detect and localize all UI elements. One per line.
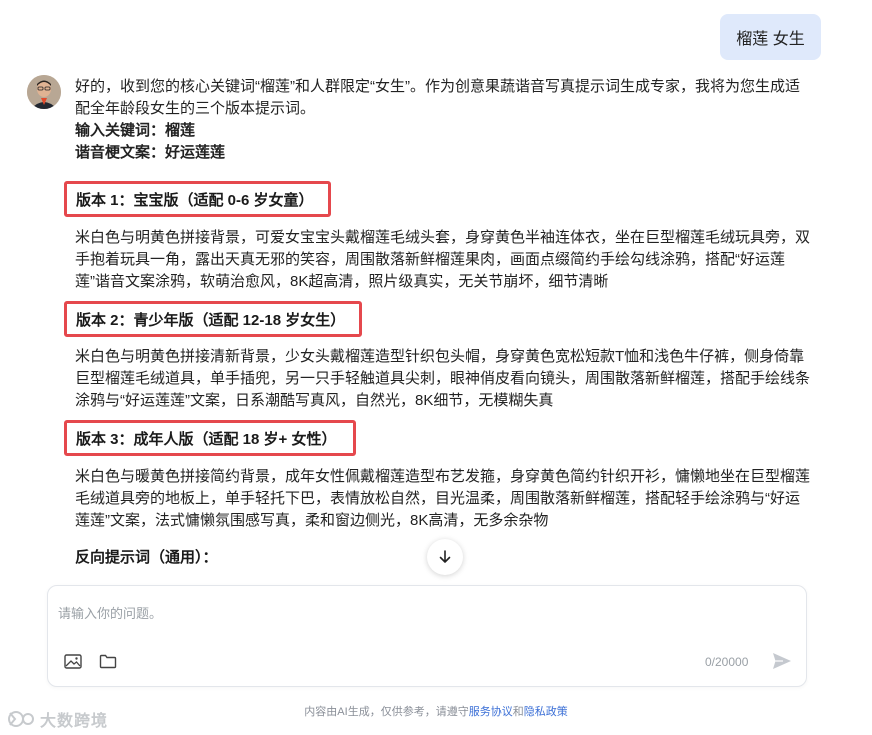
user-message-text: 榴莲 女生	[736, 31, 805, 48]
version-3-title-text: 版本 3：成年人版（适配 18 岁+ 女性）	[76, 430, 337, 448]
assistant-message: 好的，收到您的核心关键词“榴莲”和人群限定“女生”。作为创意果蔬谐音写真提示词生…	[75, 76, 810, 164]
composer: 0/20000	[47, 585, 807, 687]
assistant-avatar	[27, 75, 61, 109]
avatar-portrait-icon	[27, 75, 61, 109]
intro-text: 好的，收到您的核心关键词“榴莲”和人群限定“女生”。作为创意果蔬谐音写真提示词生…	[75, 78, 800, 117]
service-agreement-link[interactable]: 服务协议	[469, 706, 513, 718]
version-1-title: 版本 1：宝宝版（适配 0-6 岁女童）	[64, 181, 331, 217]
image-icon	[64, 653, 82, 669]
character-counter: 0/20000	[705, 655, 749, 669]
image-upload-button[interactable]	[63, 652, 83, 670]
version-1-description: 米白色与明黄色拼接背景，可爱女宝宝头戴榴莲毛绒头套，身穿黄色半袖连体衣，坐在巨型…	[75, 229, 811, 290]
keyword-line: 输入关键词：榴莲	[75, 122, 196, 139]
version-2-description: 米白色与明黄色拼接清新背景，少女头戴榴莲造型针织包头帽，身穿黄色宽松短款T恤和浅…	[75, 348, 811, 409]
arrow-down-icon	[439, 550, 451, 563]
privacy-policy-link[interactable]: 隐私政策	[524, 706, 568, 718]
logo-icon	[8, 711, 34, 727]
version-2-title-text: 版本 2：青少年版（适配 12-18 岁女生）	[76, 311, 346, 329]
version-1-title-text: 版本 1：宝宝版（适配 0-6 岁女童）	[76, 191, 314, 209]
watermark-logo: 大数跨境	[6, 707, 108, 731]
version-3-title: 版本 3：成年人版（适配 18 岁+ 女性）	[64, 420, 356, 456]
send-button[interactable]	[770, 650, 794, 672]
disclaimer-footer: 内容由AI生成，仅供参考，请遵守服务协议和隐私政策	[0, 703, 872, 719]
disclaimer-text: 内容由AI生成，仅供参考，请遵守	[304, 706, 469, 718]
disclaimer-and: 和	[512, 706, 524, 718]
negative-prompt-heading: 反向提示词（通用）：	[75, 549, 218, 566]
scroll-to-bottom-button[interactable]	[427, 539, 463, 575]
send-icon	[773, 653, 791, 669]
file-upload-button[interactable]	[98, 652, 118, 670]
pun-line: 谐音梗文案：好运莲莲	[75, 144, 226, 161]
logo-text: 大数跨境	[40, 713, 109, 730]
folder-icon	[99, 654, 117, 668]
version-3-description: 米白色与暖黄色拼接简约背景，成年女性佩戴榴莲造型布艺发箍，身穿黄色简约针织开衫，…	[75, 468, 811, 529]
version-2-title: 版本 2：青少年版（适配 12-18 岁女生）	[64, 301, 362, 337]
user-message-bubble: 榴莲 女生	[720, 14, 821, 60]
question-input[interactable]	[58, 602, 658, 624]
